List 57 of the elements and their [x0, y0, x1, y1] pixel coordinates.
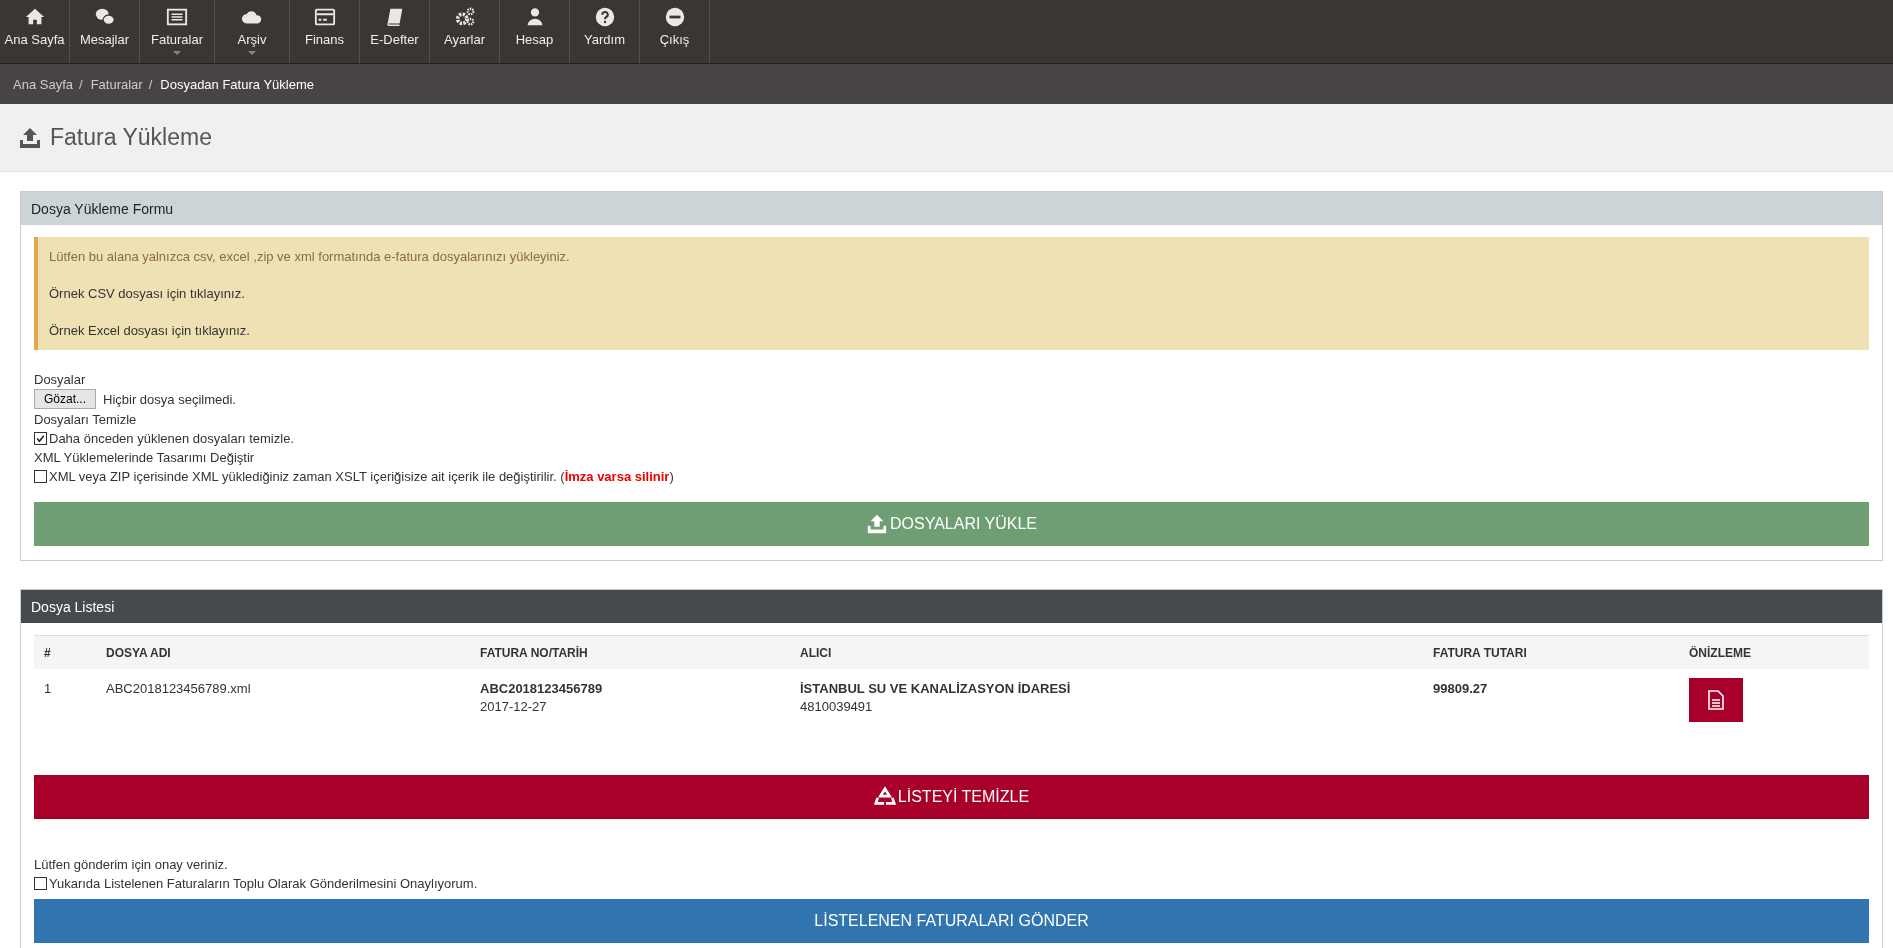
clear-list-button[interactable]: LİSTEYİ TEMİZLE	[34, 775, 1869, 819]
option-heading: Dosyaları Temizle	[34, 412, 138, 427]
document-icon	[1708, 690, 1724, 710]
column-header: ALICI	[800, 645, 833, 660]
breadcrumb-separator: /	[79, 76, 83, 92]
checkbox-label: Daha önceden yüklenen dosyaları temizle.	[49, 431, 294, 446]
option-heading: XML Yüklemelerinde Tasarımı Değiştir	[34, 450, 256, 465]
list-icon	[165, 6, 189, 28]
column-header: FATURA NO/TARİH	[480, 645, 589, 660]
recipient-name: İSTANBUL SU VE KANALİZASYON İDARESİ	[800, 681, 1072, 696]
alert-text: Örnek CSV dosyası için tıklayınız.	[49, 286, 246, 301]
nav-item[interactable]: Faturalar	[140, 0, 215, 63]
nav-item[interactable]: Mesajlar	[70, 0, 140, 63]
preview-button[interactable]	[1689, 678, 1743, 722]
checkbox-label: XML veya ZIP içerisinde XML yüklediğiniz zaman XSLT içeriğisize ait içerik ile değiştirilir. (İmza varsa silinir)	[49, 469, 674, 484]
recycle-icon	[873, 786, 896, 808]
panel-title: Dosya Yükleme Formu	[21, 192, 1882, 225]
file-status: Hiçbir dosya seçilmedi.	[103, 391, 236, 407]
breadcrumb-separator: /	[148, 76, 153, 92]
breadcrumb-link[interactable]: Dosyadan Fatura Yükleme	[160, 76, 314, 92]
browse-button[interactable]: Gözat...	[34, 389, 97, 409]
table-cell-text: 1	[44, 681, 53, 696]
send-button[interactable]: LİSTELENEN FATURALARI GÖNDER	[34, 899, 1869, 943]
invoice-date: 2017-12-27	[480, 699, 548, 714]
table-cell-text: 99809.27	[1433, 681, 1489, 696]
upload-icon	[866, 513, 888, 535]
nav-item[interactable]: Ana Sayfa	[0, 0, 70, 63]
card-icon	[312, 6, 337, 28]
upload-icon	[18, 125, 42, 150]
checkbox-label: Yukarıda Listelenen Faturaların Toplu Olarak Gönderilmesini Onaylıyorum.	[49, 876, 478, 891]
nav-item[interactable]: Hesap	[500, 0, 570, 63]
field-label: Dosyalar	[34, 372, 87, 387]
checkbox[interactable]	[34, 470, 47, 483]
column-header: FATURA TUTARI	[1433, 645, 1528, 660]
invoice-number: ABC2018123456789	[480, 681, 604, 696]
panel-title: Dosya Listesi	[21, 590, 1882, 623]
column-header: DOSYA ADI	[106, 645, 172, 660]
instruction-text: Lütfen gönderim için onay veriniz.	[34, 857, 229, 872]
column-header: ÖNİZLEME	[1689, 645, 1752, 660]
tax-number: 4810039491	[800, 699, 874, 714]
alert-text: Örnek Excel dosyası için tıklayınız.	[49, 323, 251, 338]
nav-item[interactable]: Arşiv	[215, 0, 290, 63]
breadcrumb-link[interactable]: Faturalar	[90, 76, 143, 92]
alert-text: Lütfen bu alana yalnızca csv, excel ,zip ve xml formatında e-fatura dosyalarınızı yükleyiniz.	[49, 249, 571, 264]
breadcrumb-link[interactable]: Ana Sayfa	[13, 76, 73, 92]
nav-item[interactable]: Ayarlar	[430, 0, 500, 63]
table-cell-text: ABC2018123456789.xml	[106, 681, 252, 696]
nav-item[interactable]: E-Defter	[360, 0, 430, 63]
nav-item[interactable]: Çıkış	[640, 0, 710, 63]
checkbox[interactable]	[34, 432, 47, 445]
nav-item[interactable]: Yardım	[570, 0, 640, 63]
checkbox[interactable]	[34, 877, 47, 890]
caret-icon	[173, 51, 181, 55]
nav-item[interactable]: Finans	[290, 0, 360, 63]
column-header: #	[44, 645, 52, 660]
caret-icon	[248, 51, 256, 55]
page-title: Fatura Yükleme	[50, 124, 212, 151]
